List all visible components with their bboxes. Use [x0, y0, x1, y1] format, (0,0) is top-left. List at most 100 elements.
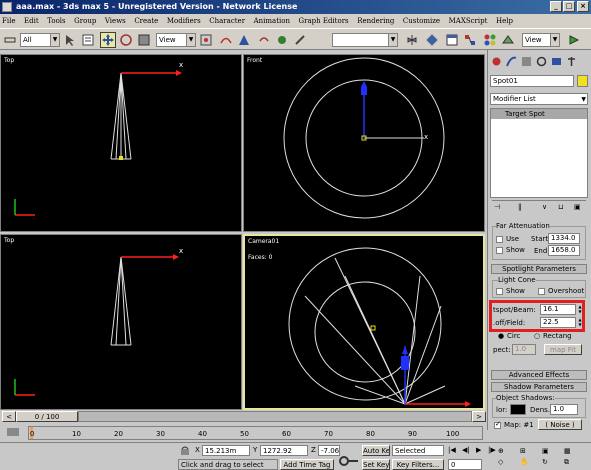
field-of-view-icon[interactable]: ◇: [498, 458, 503, 466]
create-tab-icon[interactable]: [490, 55, 503, 68]
viewport-top-left[interactable]: Top x: [0, 54, 242, 232]
x-coord-field[interactable]: 15.213m: [202, 445, 250, 456]
select-scale-icon[interactable]: [136, 32, 152, 48]
schematic-view-icon[interactable]: [462, 32, 478, 48]
select-link-icon[interactable]: [2, 32, 18, 48]
aspect-spinner[interactable]: 1.0: [512, 344, 536, 355]
next-frame-icon[interactable]: |▶: [488, 446, 496, 454]
zoom-all-icon[interactable]: ⊞: [520, 447, 526, 455]
mirror-tool-icon[interactable]: [404, 32, 420, 48]
shadow-density-spinner[interactable]: 1.0: [550, 404, 578, 415]
pan-icon[interactable]: ✋: [520, 458, 529, 466]
time-prev-button[interactable]: <: [2, 411, 16, 422]
shadow-map-checkbox[interactable]: [494, 420, 501, 429]
select-rotate-icon[interactable]: [118, 32, 134, 48]
remove-modifier-icon[interactable]: ⊔: [558, 203, 563, 211]
zoom-extents-icon[interactable]: ▣: [542, 447, 549, 455]
y-coord-field[interactable]: 1272.92: [260, 445, 308, 456]
shadow-color-swatch[interactable]: [510, 404, 526, 415]
rectangle-radio[interactable]: ○: [534, 332, 540, 340]
reference-coordinate-dropdown[interactable]: View ▼: [156, 33, 196, 47]
previous-frame-icon[interactable]: ◀|: [462, 446, 470, 454]
auto-key-button[interactable]: Auto Key: [362, 445, 390, 456]
far-atten-start-spinner[interactable]: 1334.0: [548, 233, 580, 244]
menu-graph-editors[interactable]: Graph Editors: [299, 14, 349, 28]
cone-show-checkbox[interactable]: [496, 288, 503, 295]
track-view-icon[interactable]: [444, 32, 460, 48]
time-next-button[interactable]: >: [472, 411, 486, 422]
menu-modifiers[interactable]: Modifiers: [167, 14, 201, 28]
key-filters-button[interactable]: Key Filters...: [392, 459, 444, 470]
arc-rotate-icon[interactable]: ↻: [542, 458, 548, 466]
select-by-name-icon[interactable]: [80, 32, 96, 48]
modifier-list-dropdown[interactable]: Modifier List ▼: [490, 93, 588, 105]
minimize-button[interactable]: _: [550, 1, 562, 12]
render-scene-icon[interactable]: [500, 32, 516, 48]
advanced-effects-rollout[interactable]: Advanced Effects: [491, 370, 587, 380]
set-key-button[interactable]: Set Key: [362, 459, 390, 470]
zoom-extents-all-icon[interactable]: ▦: [564, 447, 571, 455]
quick-render-icon[interactable]: [566, 32, 582, 48]
motion-tab-icon[interactable]: [535, 55, 548, 68]
bitmap-fit-button[interactable]: map Fit: [544, 344, 582, 355]
pivot-center-icon[interactable]: [198, 32, 214, 48]
modify-tab-icon[interactable]: [505, 55, 518, 68]
track-bar[interactable]: 0 10 20 30 40 50 60 70 80 90 100: [0, 424, 487, 442]
display-tab-icon[interactable]: [550, 55, 563, 68]
maximize-button[interactable]: □: [563, 1, 575, 12]
spotlight-parameters-rollout[interactable]: Spotlight Parameters: [491, 264, 587, 274]
time-slider-thumb[interactable]: 0 / 100: [16, 411, 78, 422]
menu-views[interactable]: Views: [105, 14, 126, 28]
go-to-start-icon[interactable]: |◀: [448, 446, 456, 454]
menu-group[interactable]: Group: [74, 14, 96, 28]
viewport-bottom-left[interactable]: Top x: [0, 234, 242, 410]
close-button[interactable]: ×: [577, 1, 589, 12]
shadow-map-button[interactable]: ( Noise ): [538, 419, 582, 430]
zoom-icon[interactable]: ⊕: [498, 447, 504, 455]
maximize-viewport-icon[interactable]: ⧉: [564, 458, 569, 467]
configure-sets-icon[interactable]: ▣: [574, 203, 581, 211]
snap-icon[interactable]: [292, 32, 308, 48]
utilities-tab-icon[interactable]: [565, 55, 578, 68]
far-atten-show-checkbox[interactable]: [496, 247, 503, 254]
menu-rendering[interactable]: Rendering: [357, 14, 394, 28]
mini-curve-editor-icon[interactable]: [6, 426, 20, 438]
menu-animation[interactable]: Animation: [254, 14, 290, 28]
menu-help[interactable]: Help: [496, 14, 513, 28]
pin-stack-icon[interactable]: ⊣: [494, 203, 500, 211]
lock-selection-icon[interactable]: [178, 445, 192, 455]
far-atten-use-checkbox[interactable]: [496, 236, 503, 243]
named-selection-dropdown[interactable]: ▼: [332, 33, 398, 47]
undo-icon[interactable]: [256, 32, 272, 48]
align-icon[interactable]: [236, 32, 252, 48]
add-time-tag-button[interactable]: Add Time Tag: [280, 459, 334, 470]
select-object-icon[interactable]: [62, 32, 78, 48]
viewport-bottom-right[interactable]: Camera01 Faces: 0: [243, 234, 485, 410]
z-coord-field[interactable]: -7.069: [318, 445, 340, 456]
stack-item-target-spot[interactable]: Target Spot: [491, 109, 587, 119]
menu-edit[interactable]: Edit: [24, 14, 39, 28]
current-frame-field[interactable]: 0: [448, 459, 482, 470]
set-key-icon[interactable]: [338, 453, 360, 469]
object-color-swatch[interactable]: [577, 75, 588, 87]
mirror-icon[interactable]: [218, 32, 234, 48]
shadow-parameters-rollout[interactable]: Shadow Parameters: [491, 382, 587, 392]
viewport-top-right[interactable]: Front x: [243, 54, 485, 232]
circle-radio[interactable]: ●: [498, 332, 504, 340]
select-move-icon[interactable]: [100, 32, 116, 48]
menu-tools[interactable]: Tools: [47, 14, 65, 28]
show-end-result-icon[interactable]: ‖: [518, 203, 522, 211]
overshoot-checkbox[interactable]: [538, 288, 545, 295]
object-name-field[interactable]: Spot01: [490, 75, 574, 87]
make-unique-icon[interactable]: ∨: [542, 203, 547, 211]
material-editor-icon[interactable]: [482, 32, 498, 48]
menu-character[interactable]: Character: [209, 14, 245, 28]
play-icon[interactable]: ▶: [476, 446, 481, 454]
menu-create[interactable]: Create: [134, 14, 158, 28]
menu-file[interactable]: File: [2, 14, 15, 28]
align-tool-icon[interactable]: [424, 32, 440, 48]
time-slider-track[interactable]: [78, 411, 472, 422]
hierarchy-tab-icon[interactable]: [520, 55, 533, 68]
far-atten-end-spinner[interactable]: 1658.0: [548, 245, 580, 256]
view-dropdown[interactable]: View ▼: [522, 33, 560, 47]
